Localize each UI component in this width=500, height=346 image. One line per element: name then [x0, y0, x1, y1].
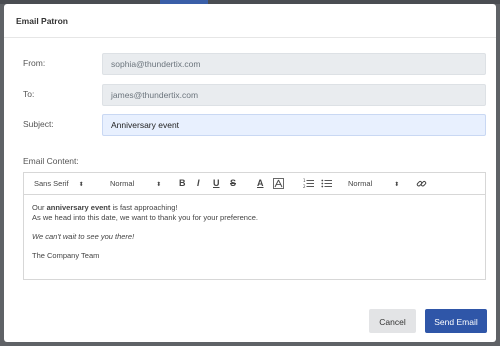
header-value: Normal — [348, 179, 373, 188]
header-divider — [4, 37, 496, 38]
link-icon — [416, 180, 427, 187]
from-label: From: — [23, 58, 46, 68]
rich-text-editor: Sans Serif ⬍ Normal ⬍ B I U S A 1 2 Norm… — [23, 172, 486, 280]
bullet-list-icon — [321, 179, 332, 188]
editor-content[interactable]: Our anniversary event is fast approachin… — [32, 203, 258, 261]
subject-input[interactable]: Anniversary event — [102, 114, 486, 136]
text-color-button[interactable]: A — [257, 173, 264, 194]
content-line-4: The Company Team — [32, 251, 100, 260]
content-line-2: As we head into this date, we want to th… — [32, 213, 258, 222]
italic-button[interactable]: I — [197, 173, 200, 194]
email-patron-dialog: Email Patron From: sophia@thundertix.com… — [4, 4, 496, 342]
line1-suffix: is fast approaching! — [110, 203, 178, 212]
header-chevron-icon: ⬍ — [394, 182, 400, 188]
line1-bold: anniversary event — [46, 203, 111, 212]
strike-button[interactable]: S — [230, 173, 236, 194]
content-line-1: Our anniversary event is fast approachin… — [32, 203, 258, 213]
font-family-select[interactable]: Sans Serif ⬍ — [34, 173, 84, 194]
to-label: To: — [23, 89, 35, 99]
svg-text:2: 2 — [303, 184, 306, 189]
bullet-list-button[interactable] — [321, 178, 332, 189]
ordered-list-button[interactable]: 1 2 — [303, 178, 314, 189]
background-color-button[interactable] — [273, 178, 284, 189]
from-field[interactable]: sophia@thundertix.com — [102, 53, 486, 75]
font-size-value: Normal — [110, 179, 135, 188]
footer-divider — [4, 294, 496, 295]
ordered-list-icon: 1 2 — [303, 178, 314, 189]
font-family-chevron-icon: ⬍ — [78, 182, 84, 188]
underline-button[interactable]: U — [213, 173, 220, 194]
to-field[interactable]: james@thundertix.com — [102, 84, 486, 106]
line1-prefix: Our — [32, 203, 47, 212]
email-content-label: Email Content: — [23, 156, 79, 166]
subject-label: Subject: — [23, 119, 54, 129]
header-select[interactable]: Normal ⬍ — [348, 173, 399, 194]
font-size-chevron-icon: ⬍ — [156, 182, 162, 188]
bold-button[interactable]: B — [179, 173, 186, 194]
font-family-value: Sans Serif — [34, 179, 69, 188]
editor-toolbar: Sans Serif ⬍ Normal ⬍ B I U S A 1 2 Norm… — [24, 173, 485, 195]
content-line-3: We can't wait to see you there! — [32, 232, 135, 241]
svg-text:1: 1 — [303, 178, 306, 183]
link-button[interactable] — [416, 178, 427, 189]
dialog-title: Email Patron — [16, 16, 68, 26]
font-size-select[interactable]: Normal ⬍ — [110, 173, 161, 194]
send-email-button[interactable]: Send Email — [425, 309, 487, 333]
highlight-icon — [273, 178, 284, 189]
cancel-button[interactable]: Cancel — [369, 309, 416, 333]
